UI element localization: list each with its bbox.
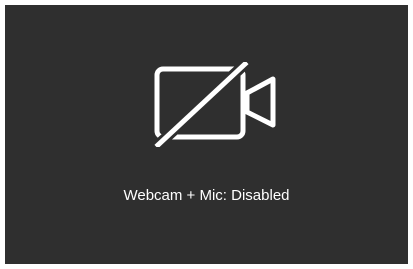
status-label: Webcam + Mic: Disabled [123,187,290,204]
video-camera-off-icon [150,62,285,147]
webcam-disabled-panel: Webcam + Mic: Disabled [5,5,408,264]
